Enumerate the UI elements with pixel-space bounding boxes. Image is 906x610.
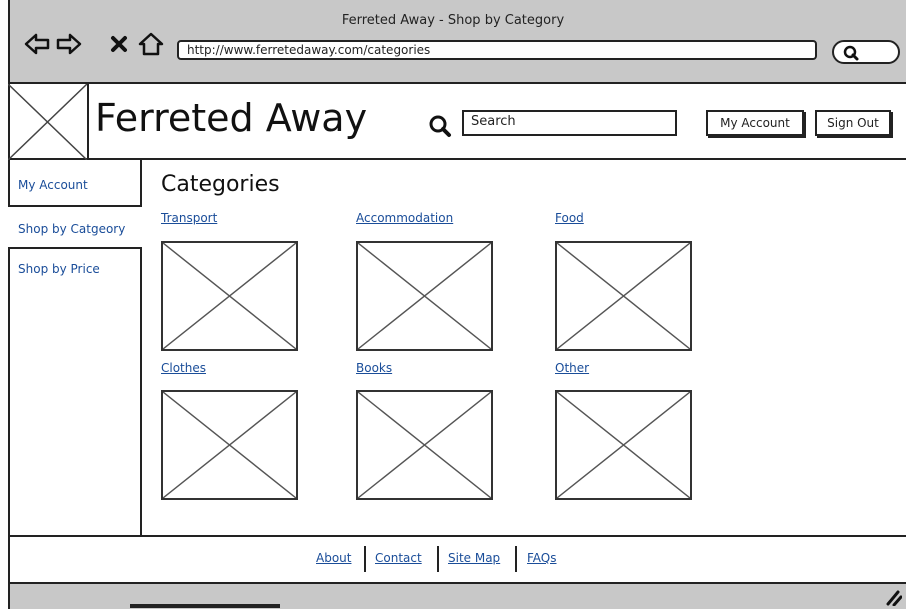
category-link-transport[interactable]: Transport xyxy=(161,211,217,225)
close-icon[interactable] xyxy=(110,32,128,56)
category-image-other[interactable] xyxy=(555,390,692,500)
search-icon xyxy=(428,114,452,142)
page-title: Categories xyxy=(161,172,280,197)
sidebar-item-shop-by-price[interactable]: Shop by Price xyxy=(8,250,142,294)
footer-divider xyxy=(515,546,517,572)
logo-image-placeholder[interactable] xyxy=(8,84,89,160)
my-account-button[interactable]: My Account xyxy=(706,110,804,136)
footer-link-faqs[interactable]: FAQs xyxy=(527,551,557,565)
footer-divider xyxy=(437,546,439,572)
category-image-clothes[interactable] xyxy=(161,390,298,500)
site-title: Ferreted Away xyxy=(95,96,368,140)
category-link-other[interactable]: Other xyxy=(555,361,589,375)
sidebar-item-shop-by-category[interactable]: Shop by Catgeory xyxy=(8,205,142,249)
search-icon xyxy=(843,45,859,61)
home-icon[interactable] xyxy=(138,32,164,56)
back-arrow-icon[interactable] xyxy=(24,32,50,56)
category-image-books[interactable] xyxy=(356,390,493,500)
sidebar-item-label: Shop by Catgeory xyxy=(18,222,126,236)
category-link-food[interactable]: Food xyxy=(555,211,584,225)
category-link-accommodation[interactable]: Accommodation xyxy=(356,211,453,225)
search-input[interactable]: Search xyxy=(462,110,677,136)
category-image-accommodation[interactable] xyxy=(356,241,493,351)
sidebar-item-label: My Account xyxy=(18,178,88,192)
window-title: Ferreted Away - Shop by Category xyxy=(341,13,565,28)
url-bar[interactable]: http://www.ferretedaway.com/categories xyxy=(177,40,817,60)
sidebar-item-my-account[interactable]: My Account xyxy=(8,160,142,204)
category-link-clothes[interactable]: Clothes xyxy=(161,361,206,375)
footer-link-contact[interactable]: Contact xyxy=(375,551,422,565)
browser-search-field[interactable] xyxy=(832,40,900,64)
resize-handle-icon[interactable] xyxy=(884,588,903,610)
category-image-food[interactable] xyxy=(555,241,692,351)
sidebar-item-label: Shop by Price xyxy=(18,262,100,276)
category-image-transport[interactable] xyxy=(161,241,298,351)
forward-arrow-icon[interactable] xyxy=(56,32,82,56)
footer-link-about[interactable]: About xyxy=(316,551,351,565)
sign-out-button[interactable]: Sign Out xyxy=(815,110,891,136)
footer-divider xyxy=(364,546,366,572)
category-link-books[interactable]: Books xyxy=(356,361,392,375)
footer-link-site-map[interactable]: Site Map xyxy=(448,551,500,565)
browser-status-bar xyxy=(8,582,906,609)
